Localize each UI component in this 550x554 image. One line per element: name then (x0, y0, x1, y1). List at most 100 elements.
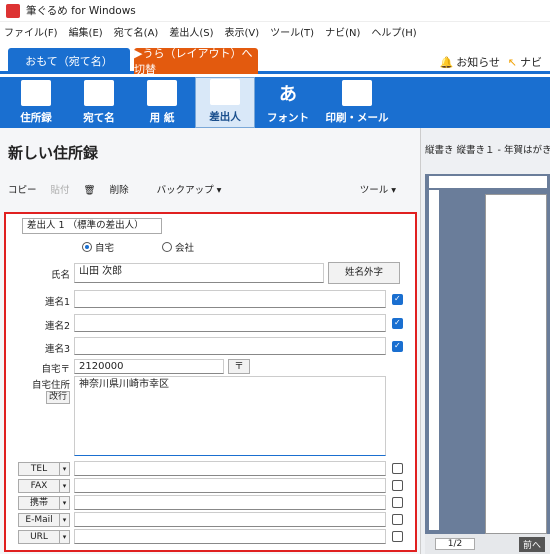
ribbon-label: フォント (267, 112, 309, 124)
radio-company[interactable]: 会社 (162, 240, 194, 254)
menu-address[interactable]: 宛て名(A) (114, 24, 159, 39)
name-label: 氏名 (50, 270, 70, 281)
renmei1-field[interactable] (74, 290, 386, 308)
ribbon-label: 印刷・メール (325, 112, 389, 124)
url-checkbox[interactable] (392, 531, 403, 542)
left-pane: 新しい住所録 コピー 貼付 🗑 削除 バックアップ ▾ ツール ▾ 差出人 1 （… (0, 128, 420, 554)
tel-type-select[interactable]: TEL ▾ (18, 462, 70, 476)
mobile-type-select[interactable]: 携帯 ▾ (18, 496, 70, 510)
phone-type-label: 携帯 (29, 498, 48, 508)
vertical-ruler (429, 190, 439, 530)
name-gaiji-button[interactable]: 姓名外字 (328, 262, 400, 284)
mobile-checkbox[interactable] (392, 497, 403, 508)
phone-type-label: TEL (30, 464, 48, 474)
ribbon-atena[interactable]: 宛て名 (69, 77, 129, 128)
ribbon-label: 差出人 (209, 111, 241, 123)
url-field[interactable] (74, 529, 386, 544)
email-field[interactable] (74, 512, 386, 527)
menu-view[interactable]: 表示(V) (225, 24, 260, 39)
renmei3-checkbox[interactable] (392, 341, 403, 352)
ribbon: 住所録 宛て名 用 紙 差出人 あフォント 印刷・メール (0, 77, 550, 128)
tab-omote[interactable]: おもて（宛て名） (8, 48, 130, 74)
ribbon-label: 宛て名 (83, 112, 115, 124)
renmei3-field[interactable] (74, 337, 386, 355)
menu-tools[interactable]: ツール(T) (270, 24, 314, 39)
fax-type-select[interactable]: FAX ▾ (18, 479, 70, 493)
ribbon-paper[interactable]: 用 紙 (132, 77, 192, 128)
menu-edit[interactable]: 編集(E) (69, 24, 103, 39)
horizontal-ruler (429, 176, 547, 188)
sender-select[interactable]: 差出人 1 （標準の差出人） (22, 218, 162, 234)
delete-button[interactable]: 🗑 削除 (84, 182, 143, 196)
name-field[interactable]: 山田 次郎 (74, 263, 324, 283)
ribbon-label: 住所録 (20, 112, 52, 124)
ribbon-address-book[interactable]: 住所録 (6, 77, 66, 128)
email-type-select[interactable]: E-Mail ▾ (18, 513, 70, 527)
fax-field[interactable] (74, 478, 386, 493)
paper-icon (147, 80, 177, 106)
radio-home[interactable]: 自宅 (82, 240, 114, 254)
menu-bar: ファイル(F) 編集(E) 宛て名(A) 差出人(S) 表示(V) ツール(T)… (0, 22, 550, 40)
font-icon: あ (279, 84, 297, 105)
preview-title: 縦書き 縦書き１ - 年賀はがき (425, 145, 550, 156)
ribbon-print[interactable]: 印刷・メール (321, 77, 393, 128)
menu-help[interactable]: ヘルプ(H) (371, 24, 416, 39)
renmei1-checkbox[interactable] (392, 294, 403, 305)
chevron-down-icon: ▾ (59, 514, 69, 526)
radio-dot (82, 242, 92, 252)
fax-checkbox[interactable] (392, 480, 403, 491)
pager: 1/2 前へ (425, 534, 550, 554)
menu-file[interactable]: ファイル(F) (4, 24, 58, 39)
printer-icon (342, 80, 372, 106)
phone-type-label: URL (30, 532, 48, 542)
delete-label: 削除 (109, 185, 129, 196)
phone-type-label: FAX (30, 481, 48, 491)
notice-label: お知らせ (456, 56, 500, 69)
chevron-down-icon: ▾ (59, 531, 69, 543)
postcard-preview[interactable] (485, 194, 547, 534)
mode-bar: おもて（宛て名） ▶うら（レイアウト）へ切替 🔔 お知らせ ↖ ナビ (0, 40, 550, 76)
renmei2-checkbox[interactable] (392, 318, 403, 329)
app-title: 筆ぐるめ for Windows (26, 5, 136, 17)
address-field[interactable]: 神奈川県川崎市幸区 (74, 376, 386, 456)
email-checkbox[interactable] (392, 514, 403, 525)
notice-button[interactable]: 🔔 お知らせ (440, 54, 500, 70)
zip-field[interactable]: 2120000 (74, 359, 224, 374)
tab-ura-switch[interactable]: ▶うら（レイアウト）へ切替 (134, 47, 258, 76)
paste-button[interactable]: 貼付 (51, 182, 70, 196)
url-type-select[interactable]: URL ▾ (18, 530, 70, 544)
backup-button[interactable]: バックアップ ▾ (157, 182, 222, 196)
sender-icon (210, 79, 240, 105)
renmei2-label: 連名2 (44, 321, 70, 332)
ribbon-font[interactable]: あフォント (258, 77, 318, 128)
menu-sender[interactable]: 差出人(S) (169, 24, 213, 39)
chevron-down-icon: ▾ (59, 463, 69, 475)
page-indicator: 1/2 (435, 538, 475, 550)
chevron-down-icon: ▾ (59, 497, 69, 509)
tel-checkbox[interactable] (392, 463, 403, 474)
navi-button[interactable]: ↖ ナビ (508, 54, 542, 70)
app-logo-icon (6, 3, 20, 18)
renmei1-label: 連名1 (44, 297, 70, 308)
newline-button[interactable]: 改行 (46, 391, 70, 404)
menu-navi[interactable]: ナビ(N) (325, 24, 360, 39)
radio-company-label: 会社 (175, 243, 195, 254)
radio-home-label: 自宅 (95, 243, 115, 254)
mobile-field[interactable] (74, 495, 386, 510)
tools-button[interactable]: ツール ▾ (360, 182, 396, 196)
navi-icon: ↖ (507, 55, 517, 69)
address-book-icon (21, 80, 51, 106)
toolbar: コピー 貼付 🗑 削除 バックアップ ▾ ツール ▾ (0, 180, 420, 198)
zip-lookup-button[interactable]: 〒 (228, 359, 250, 374)
renmei2-field[interactable] (74, 314, 386, 332)
tel-field[interactable] (74, 461, 386, 476)
trash-icon: 🗑 (83, 185, 96, 196)
ribbon-sender[interactable]: 差出人 (195, 77, 255, 128)
page-title: 新しい住所録 (8, 144, 99, 162)
phone-type-label: E-Mail (25, 515, 53, 525)
chevron-down-icon: ▾ (59, 480, 69, 492)
sender-form: 差出人 1 （標準の差出人） 自宅 会社 氏名 山田 次郎 姓名外字 連名1 連… (4, 212, 417, 552)
bell-icon: 🔔 (439, 55, 454, 69)
copy-button[interactable]: コピー (8, 182, 37, 196)
prev-button[interactable]: 前へ (519, 536, 546, 552)
